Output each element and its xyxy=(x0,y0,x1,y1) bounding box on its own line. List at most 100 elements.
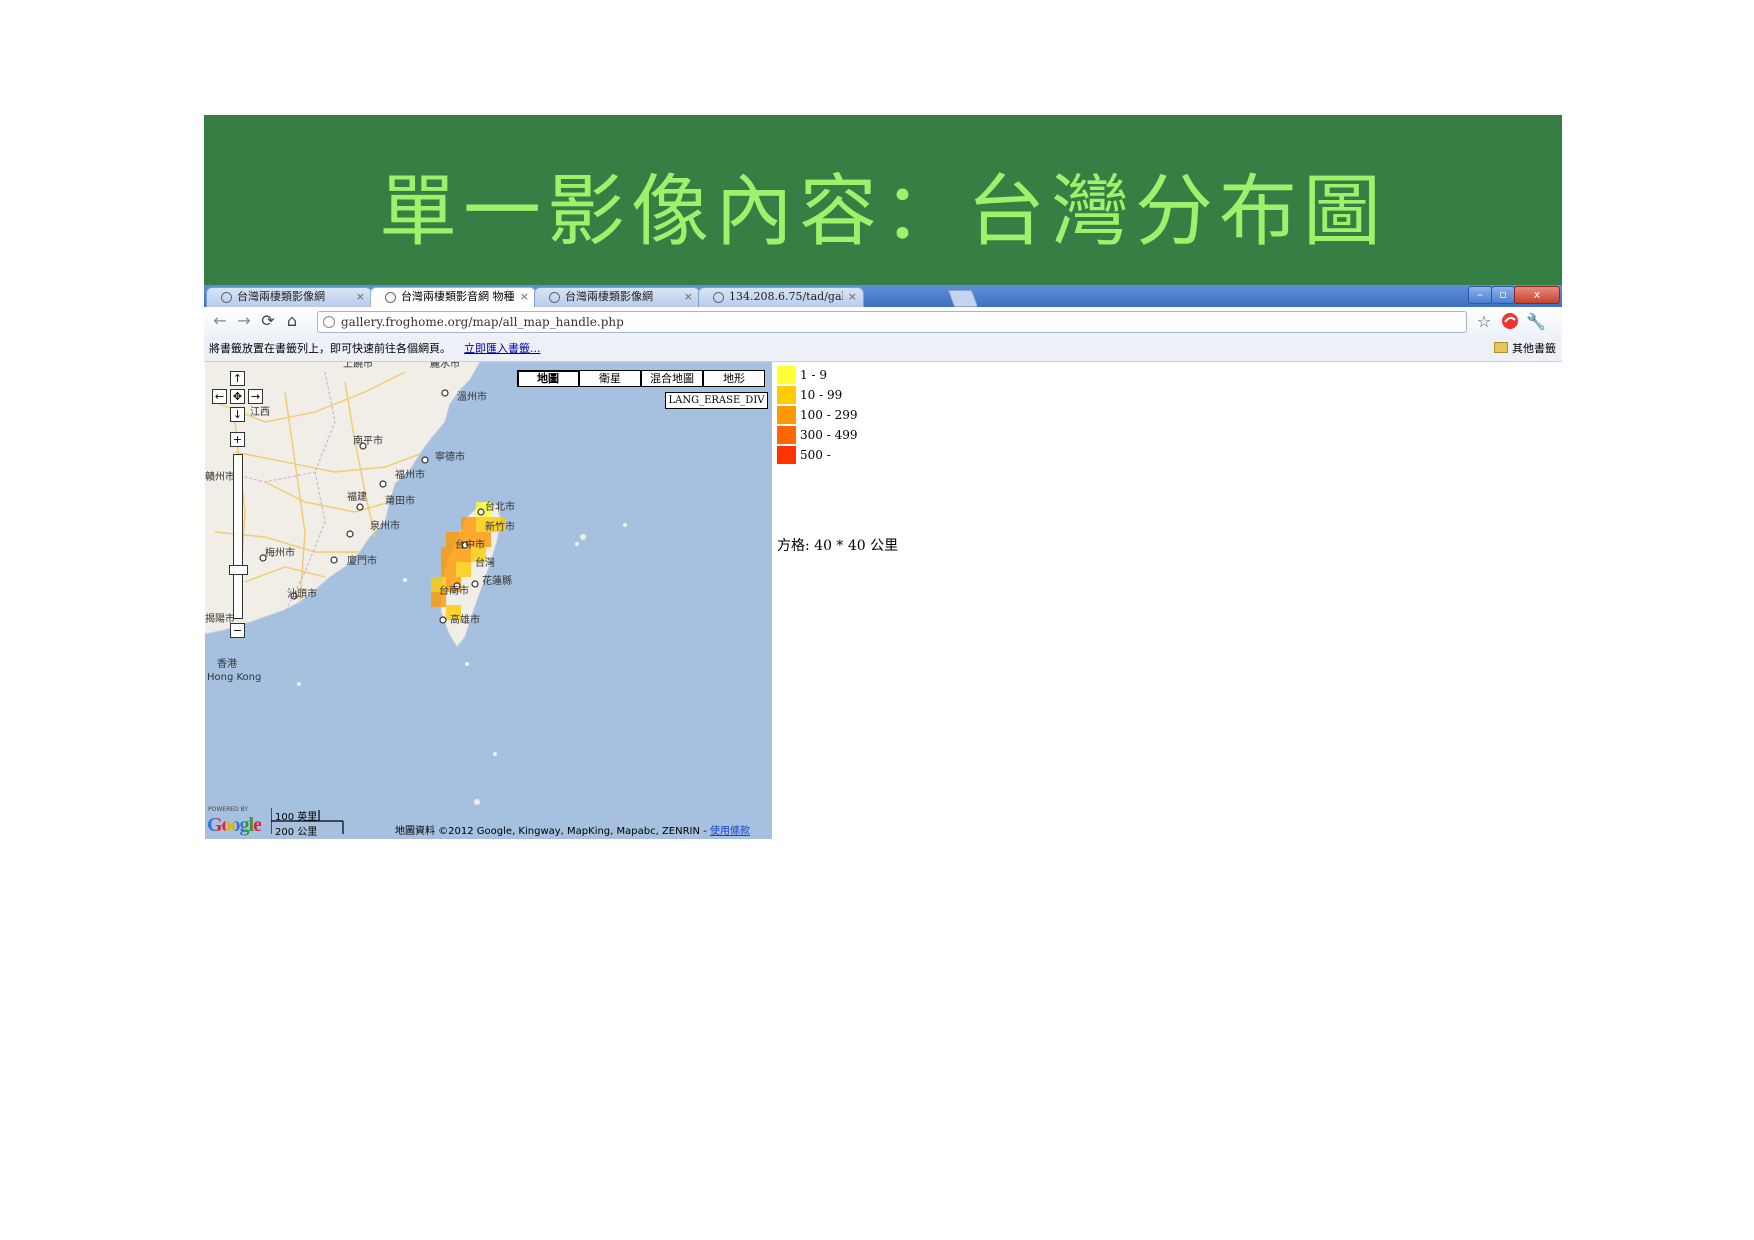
close-tab-icon[interactable]: × xyxy=(848,288,857,306)
city-label: 寧德市 xyxy=(435,450,465,463)
tab-gallery-1[interactable]: 台灣兩棲類影像網 × xyxy=(206,287,372,307)
city-label: 廈門市 xyxy=(347,554,377,567)
legend-swatch xyxy=(777,426,796,444)
reload-icon[interactable]: ⟳ xyxy=(258,311,278,331)
city-label: 莆田市 xyxy=(385,494,415,507)
distribution-map[interactable]: 上饒市 麗水市 溫州市 江西 南平市 寧德市 福州市 福建 莆田市 泉州市 梅州… xyxy=(205,362,772,839)
map-type-hybrid-button[interactable]: 混合地圖 xyxy=(641,370,703,387)
map-attribution: 地圖資料 ©2012 Google, Kingway, MapKing, Map… xyxy=(395,822,750,837)
close-tab-icon[interactable]: × xyxy=(520,288,529,306)
legend-item: 500 - xyxy=(777,445,897,465)
bookmark-hint-text: 將書籤放置在書籤列上，即可快速前往各個網頁。 xyxy=(209,342,451,355)
globe-icon xyxy=(713,292,724,303)
pan-left-button[interactable]: ← xyxy=(212,389,227,404)
terms-of-use-link[interactable]: 使用條款 xyxy=(710,826,750,837)
scale-imperial: 100 英里 xyxy=(275,812,318,823)
google-logo[interactable]: Google xyxy=(207,814,262,837)
legend-item: 1 - 9 xyxy=(777,365,897,385)
zoom-slider-track[interactable] xyxy=(233,454,243,619)
back-arrow-icon[interactable]: ← xyxy=(210,311,230,331)
legend-swatch xyxy=(777,446,796,464)
city-label: 麗水市 xyxy=(430,362,460,370)
zoom-in-button[interactable]: + xyxy=(230,432,245,447)
city-label: Hong Kong xyxy=(207,672,261,683)
legend-item: 10 - 99 xyxy=(777,385,897,405)
map-type-satellite-button[interactable]: 衛星 xyxy=(579,370,641,387)
pan-up-button[interactable]: ↑ xyxy=(230,371,245,386)
import-bookmarks-link[interactable]: 立即匯入書籤... xyxy=(464,337,541,361)
city-label: 台灣 xyxy=(475,556,495,569)
tab-gallery-2[interactable]: 台灣兩棲類影像網 × xyxy=(534,287,700,307)
slide-title-banner: 單一影像內容：台灣分布圖 xyxy=(204,115,1562,285)
city-label: 花蓮縣 xyxy=(482,574,512,587)
pan-right-button[interactable]: → xyxy=(248,389,263,404)
city-label: 溫州市 xyxy=(457,390,487,403)
url-input[interactable] xyxy=(341,312,1041,332)
browser-window: 台灣兩棲類影像網 × 台灣兩棲類影音網 物種分布 × 台灣兩棲類影像網 × 13… xyxy=(204,285,1562,839)
forward-arrow-icon[interactable]: → xyxy=(234,311,254,331)
powered-by-text: POWERED BY xyxy=(208,806,249,813)
close-tab-icon[interactable]: × xyxy=(356,288,365,306)
restore-button[interactable]: ▫ xyxy=(1491,286,1515,304)
tab-bar: 台灣兩棲類影像網 × 台灣兩棲類影音網 物種分布 × 台灣兩棲類影像網 × 13… xyxy=(204,285,1562,307)
tab-label: 台灣兩棲類影音網 物種分布 xyxy=(401,290,515,303)
other-bookmarks-button[interactable]: 其他書籤 xyxy=(1494,337,1556,361)
legend-label: 100 - 299 xyxy=(800,408,858,422)
slide-title: 單一影像內容：台灣分布圖 xyxy=(378,167,1387,257)
city-label: 泉州市 xyxy=(370,519,400,532)
legend-label: 1 - 9 xyxy=(800,368,827,382)
legend-swatch xyxy=(777,386,796,404)
legend-item: 100 - 299 xyxy=(777,405,897,425)
legend-label: 500 - xyxy=(800,448,831,462)
globe-icon xyxy=(385,292,396,303)
scale-metric: 200 公里 xyxy=(275,827,318,838)
attribution-text: 地圖資料 ©2012 Google, Kingway, MapKing, Map… xyxy=(395,826,710,837)
zoom-out-button[interactable]: − xyxy=(230,623,245,638)
tab-gallery-web[interactable]: 134.208.6.75/tad/gallery_web/ × xyxy=(698,287,864,307)
city-label: 高雄市 xyxy=(450,613,480,626)
page-content: 上饒市 麗水市 溫州市 江西 南平市 寧德市 福州市 福建 莆田市 泉州市 梅州… xyxy=(204,362,1562,839)
lang-erase-div: LANG_ERASE_DIV xyxy=(665,392,768,409)
address-bar[interactable] xyxy=(317,311,1467,333)
wrench-icon[interactable]: 🔧 xyxy=(1526,312,1546,332)
city-label: 台中市 xyxy=(455,538,485,551)
legend-swatch xyxy=(777,366,796,384)
map-legend: 1 - 9 10 - 99 100 - 299 300 - 499 500 - xyxy=(777,365,897,465)
other-bookmarks-label: 其他書籤 xyxy=(1512,342,1556,355)
city-label: 台北市 xyxy=(485,500,515,513)
zoom-slider-handle[interactable] xyxy=(229,565,248,575)
globe-icon xyxy=(549,292,560,303)
grid-size-note: 方格: 40 * 40 公里 xyxy=(777,538,899,554)
tab-species-distribution[interactable]: 台灣兩棲類影音網 物種分布 × xyxy=(370,287,536,307)
city-label: 贛州市 xyxy=(205,470,235,483)
tab-label: 台灣兩棲類影像網 xyxy=(237,290,325,303)
city-label: 梅州市 xyxy=(265,546,295,559)
legend-swatch xyxy=(777,406,796,424)
home-icon[interactable]: ⌂ xyxy=(282,311,302,331)
close-tab-icon[interactable]: × xyxy=(684,288,693,306)
map-canvas: 上饒市 麗水市 溫州市 江西 南平市 寧德市 福州市 福建 莆田市 泉州市 梅州… xyxy=(205,362,627,805)
city-label: 福建 xyxy=(347,490,367,503)
google-logo-text: Google xyxy=(207,814,262,836)
map-type-map-button[interactable]: 地圖 xyxy=(517,370,579,387)
browser-toolbar: ← → ⟳ ⌂ ☆ 🔧 xyxy=(204,307,1562,337)
city-label: 上饒市 xyxy=(343,362,373,370)
city-label: 汕頭市 xyxy=(287,587,317,600)
extension-icon[interactable] xyxy=(1500,312,1520,332)
new-tab-button[interactable] xyxy=(947,290,979,307)
pan-center-button[interactable]: ✥ xyxy=(230,389,245,404)
page-info-icon[interactable] xyxy=(323,316,335,328)
pan-down-button[interactable]: ↓ xyxy=(230,407,245,422)
legend-label: 300 - 499 xyxy=(800,428,858,442)
city-label: 新竹市 xyxy=(485,520,515,533)
map-type-terrain-button[interactable]: 地形 xyxy=(703,370,765,387)
close-window-button[interactable]: x xyxy=(1514,286,1560,304)
star-icon[interactable]: ☆ xyxy=(1474,312,1494,332)
map-scale: 100 英里 200 公里 xyxy=(271,808,351,838)
legend-item: 300 - 499 xyxy=(777,425,897,445)
tab-label: 134.208.6.75/tad/gallery_web/ xyxy=(729,290,843,303)
minimize-button[interactable]: – xyxy=(1468,286,1492,304)
bookmark-bar: 將書籤放置在書籤列上，即可快速前往各個網頁。 立即匯入書籤... 其他書籤 xyxy=(204,337,1562,362)
globe-icon xyxy=(221,292,232,303)
folder-icon xyxy=(1494,342,1508,353)
